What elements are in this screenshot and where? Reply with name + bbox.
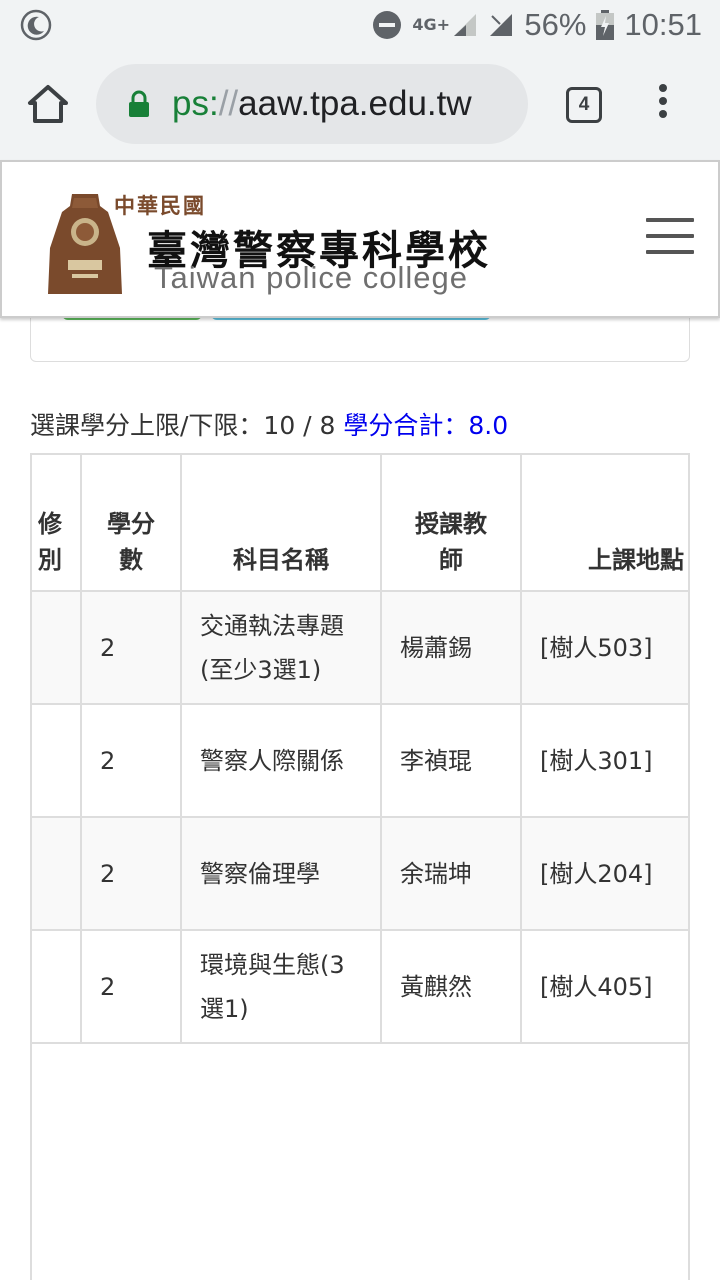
logo-english-text: Taiwan police college: [154, 260, 468, 295]
logo-small-text: 中華民國: [114, 193, 206, 218]
credit-total: 學分合計：8.0: [343, 411, 509, 440]
url-text: ps://aaw.tpa.edu.tw: [172, 84, 472, 124]
cell-room: [樹人405]: [520, 929, 688, 1044]
tab-switcher-button[interactable]: 4: [566, 87, 602, 123]
cell-type: [32, 816, 82, 931]
cell-credits: 2: [80, 590, 182, 705]
battery-icon: [596, 10, 615, 40]
table-row: 2 警察人際關係 李禎琨 [樹人301]: [32, 703, 688, 818]
credit-summary: 選課學分上限/下限：10 / 8 學分合計：8.0: [30, 406, 508, 442]
table-header-row: 修別 學分數 科目名稱 授課教師 上課地點: [32, 453, 688, 592]
course-table-container[interactable]: 修別 學分數 科目名稱 授課教師 上課地點 2 交通執法專題(至少3選1) 楊蕭…: [30, 453, 690, 1280]
cell-subject: 交通執法專題(至少3選1): [180, 590, 382, 705]
cell-room: [樹人503]: [520, 590, 688, 705]
table-row: 2 環境與生態(3選1) 黃麒然 [樹人405]: [32, 929, 688, 1044]
cell-type: [32, 703, 82, 818]
battery-percent: 56%: [524, 7, 587, 42]
cell-subject: 警察人際關係: [180, 703, 382, 818]
cell-type: [32, 929, 82, 1044]
browser-toolbar: ps://aaw.tpa.edu.tw 4: [0, 50, 720, 160]
cell-teacher: 楊蕭錫: [380, 590, 522, 705]
moon-icon: [20, 9, 52, 41]
cell-teacher: 黃麒然: [380, 929, 522, 1044]
header-credits: 學分數: [80, 453, 182, 592]
lock-icon: [129, 90, 149, 117]
cell-teacher: 李禎琨: [380, 703, 522, 818]
url-host: aaw.tpa.edu.tw: [238, 84, 472, 123]
table-row: 2 交通執法專題(至少3選1) 楊蕭錫 [樹人503]: [32, 590, 688, 705]
home-icon[interactable]: [26, 82, 70, 126]
clock: 10:51: [624, 7, 702, 42]
address-bar[interactable]: ps://aaw.tpa.edu.tw: [96, 64, 528, 144]
signal-icon: [454, 14, 477, 36]
table-row: 2 警察倫理學 余瑞坤 [樹人204]: [32, 816, 688, 931]
header-room: 上課地點: [520, 453, 688, 592]
do-not-disturb-icon: [373, 11, 402, 39]
cell-teacher: 余瑞坤: [380, 816, 522, 931]
url-slashes: //: [218, 84, 239, 123]
cell-credits: 2: [80, 929, 182, 1044]
course-table: 修別 學分數 科目名稱 授課教師 上課地點 2 交通執法專題(至少3選1) 楊蕭…: [32, 453, 688, 1044]
cell-type: [32, 590, 82, 705]
cell-subject: 警察倫理學: [180, 816, 382, 931]
cell-room: [樹人204]: [520, 816, 688, 931]
overflow-menu-icon[interactable]: [656, 84, 670, 126]
page-content: 中華民國 臺灣警察專科學校 Taiwan police college 選課學分…: [0, 160, 720, 1280]
status-bar: 4G+ 56% 10:51: [0, 0, 720, 50]
cell-room: [樹人301]: [520, 703, 688, 818]
url-scheme: ps:: [172, 84, 219, 123]
signal-icon: [490, 14, 513, 36]
network-type: 4G+: [412, 15, 451, 34]
cell-credits: 2: [80, 703, 182, 818]
cell-subject: 環境與生態(3選1): [180, 929, 382, 1044]
cell-credits: 2: [80, 816, 182, 931]
credit-limits: 選課學分上限/下限：10 / 8: [30, 411, 344, 440]
site-header: 中華民國 臺灣警察專科學校 Taiwan police college: [0, 160, 720, 318]
header-subject: 科目名稱: [180, 453, 382, 592]
hamburger-menu-icon[interactable]: [646, 218, 694, 254]
header-type: 修別: [32, 453, 82, 592]
header-teacher: 授課教師: [380, 453, 522, 592]
